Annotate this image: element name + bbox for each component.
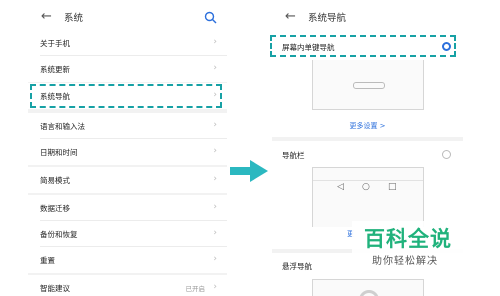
nav-option-label: 导航栏 bbox=[282, 151, 305, 160]
settings-item-about-phone[interactable]: 关于手机 › bbox=[28, 30, 227, 56]
system-settings-screen: ← 系统 关于手机 › 系统更新 › 系统导航 › 语言和输入法 › 日期和时间… bbox=[28, 0, 227, 296]
back-nav-icon: ◁ bbox=[337, 182, 344, 192]
settings-item-label: 数据迁移 bbox=[40, 204, 70, 213]
chevron-right-icon: › bbox=[213, 202, 217, 212]
settings-item-language-input[interactable]: 语言和输入法 › bbox=[28, 113, 227, 139]
settings-item-label: 重置 bbox=[40, 256, 55, 265]
settings-item-backup-restore[interactable]: 备份和恢复 › bbox=[28, 221, 227, 247]
settings-item-data-migration[interactable]: 数据迁移 › bbox=[28, 195, 227, 221]
nav-option-label: 悬浮导航 bbox=[282, 262, 312, 271]
system-navigation-header: ← 系统导航 bbox=[272, 0, 463, 34]
highlight-system-navigation bbox=[30, 84, 222, 108]
settings-item-label: 智能建议 bbox=[40, 284, 70, 293]
watermark: 百科全说 助你轻松解决 bbox=[352, 221, 468, 271]
page-title: 系统 bbox=[64, 13, 84, 24]
watermark-subtitle: 助你轻松解决 bbox=[372, 256, 438, 267]
chevron-right-icon: › bbox=[213, 254, 217, 264]
settings-item-label: 备份和恢复 bbox=[40, 230, 78, 239]
phone-preview-image bbox=[312, 60, 424, 110]
settings-item-simple-mode[interactable]: 简易模式 › bbox=[28, 167, 227, 193]
settings-item-system-update[interactable]: 系统更新 › bbox=[28, 56, 227, 82]
settings-item-label: 日期和时间 bbox=[40, 148, 78, 157]
settings-item-date-time[interactable]: 日期和时间 › bbox=[28, 139, 227, 165]
back-arrow-icon[interactable]: ← bbox=[41, 9, 52, 24]
recents-nav-icon: □ bbox=[388, 182, 397, 192]
chevron-right-icon: › bbox=[213, 174, 217, 184]
chevron-right-icon: › bbox=[213, 63, 217, 73]
settings-item-reset[interactable]: 重置 › bbox=[28, 247, 227, 273]
chevron-right-icon: › bbox=[213, 228, 217, 238]
phone-preview-image: ◁ ○ □ bbox=[312, 167, 424, 227]
settings-item-smart-suggestions[interactable]: 智能建议 已开启 › bbox=[28, 275, 227, 296]
chevron-right-icon: › bbox=[213, 282, 217, 292]
page-title: 系统导航 bbox=[308, 13, 347, 24]
more-settings-link[interactable]: 更多设置 > bbox=[272, 121, 463, 131]
chevron-right-icon: › bbox=[213, 37, 217, 47]
radio-unselected-icon[interactable] bbox=[442, 150, 451, 159]
system-header: ← 系统 bbox=[28, 0, 227, 34]
highlight-single-key-option bbox=[270, 35, 456, 57]
chevron-right-icon: › bbox=[213, 120, 217, 130]
search-icon[interactable] bbox=[204, 9, 217, 28]
status-value: 已开启 bbox=[185, 285, 206, 293]
settings-item-label: 简易模式 bbox=[40, 176, 70, 185]
home-nav-icon: ○ bbox=[362, 182, 370, 192]
transition-arrow-icon bbox=[230, 160, 268, 186]
settings-item-label: 语言和输入法 bbox=[40, 122, 85, 131]
settings-item-label: 关于手机 bbox=[40, 39, 70, 48]
chevron-right-icon: › bbox=[213, 146, 217, 156]
home-key-icon bbox=[353, 82, 385, 89]
settings-item-label: 系统更新 bbox=[40, 65, 70, 74]
back-arrow-icon[interactable]: ← bbox=[285, 9, 296, 24]
phone-preview-image bbox=[312, 279, 424, 296]
floating-dock-icon bbox=[359, 290, 379, 296]
watermark-title: 百科全说 bbox=[364, 227, 452, 251]
